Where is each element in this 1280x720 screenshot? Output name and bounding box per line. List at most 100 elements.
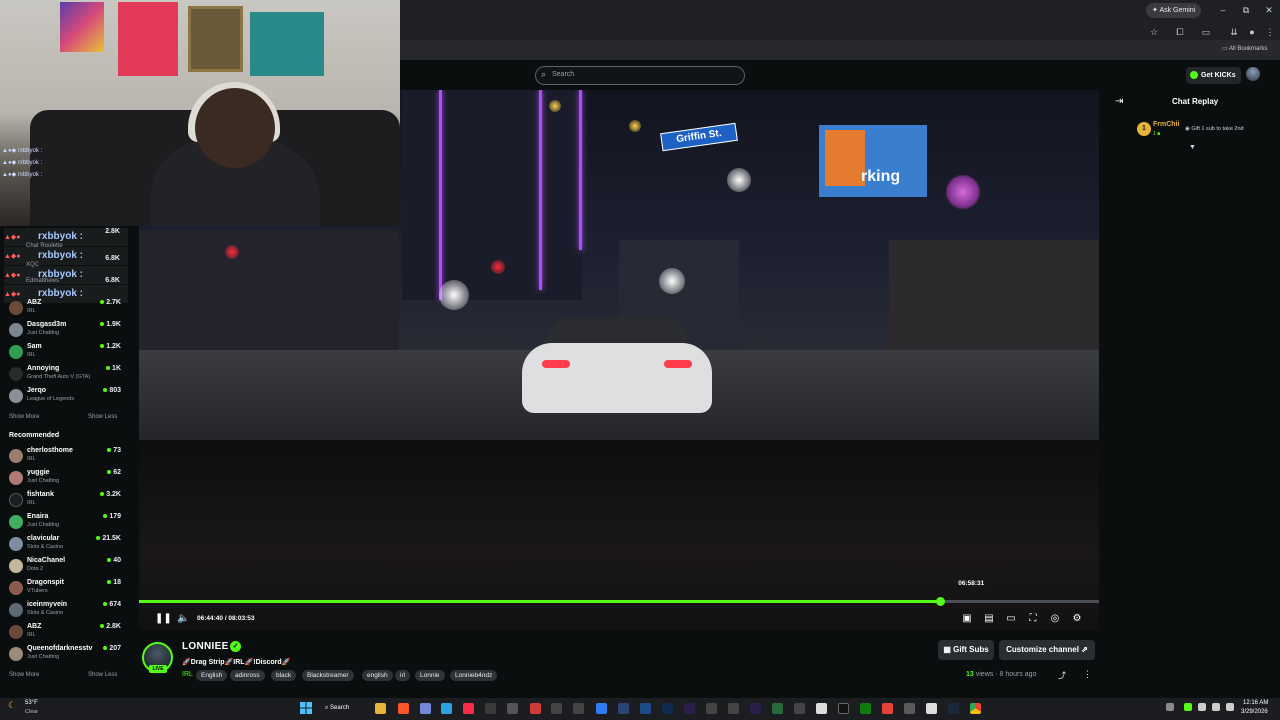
sidebar-item-dasgasd3m[interactable]: Dasgasd3m Just Chatting 1.9K <box>9 321 121 341</box>
premiere-icon[interactable] <box>750 703 761 714</box>
tag-pill[interactable]: English <box>196 670 228 681</box>
chat-leader-name[interactable]: FrmChii <box>1153 121 1179 128</box>
channel-name: Dragonspit <box>27 579 64 586</box>
sidebar-item-yuggie[interactable]: yuggie Just Chatting 62 <box>9 469 121 489</box>
app-icon[interactable] <box>882 703 893 714</box>
show-more-recommended-link[interactable]: Show More <box>9 672 39 678</box>
lightroom-icon[interactable] <box>640 703 651 714</box>
collapse-chat-icon[interactable]: ⇥ <box>1115 96 1123 107</box>
playback-speed-icon[interactable]: ◎ <box>1048 613 1062 625</box>
app-icon[interactable] <box>728 703 739 714</box>
gift-subs-button[interactable]: ▦ Gift Subs <box>938 640 994 660</box>
file-explorer-icon[interactable] <box>375 703 386 714</box>
downloads-icon[interactable]: ⇊ <box>1228 27 1240 37</box>
app-icon[interactable] <box>551 703 562 714</box>
chrome-icon[interactable] <box>970 703 981 714</box>
microphone-icon[interactable] <box>1198 703 1206 711</box>
app-icon[interactable] <box>926 703 937 714</box>
fullscreen-icon[interactable]: ⛶ <box>1026 613 1040 625</box>
user-avatar[interactable] <box>1246 67 1260 81</box>
profile-icon[interactable]: ● <box>1246 27 1258 37</box>
weather-icon[interactable]: ☾ <box>8 700 16 711</box>
tag-pill[interactable]: Blackstreamer <box>302 670 354 681</box>
webcam-chat-line: ▲●◆ rxbbyok : <box>2 147 42 154</box>
show-less-recommended-link[interactable]: Show Less <box>88 672 117 678</box>
show-more-link[interactable]: Show More <box>9 414 39 420</box>
volume-icon[interactable] <box>1226 703 1234 711</box>
split-view-icon[interactable]: ▭ <box>1200 27 1212 37</box>
gift-sub-prompt[interactable]: ◉ Gift 1 sub to take 2nd <box>1185 126 1244 132</box>
windows-start-icon[interactable] <box>300 702 312 714</box>
tag-pill[interactable]: Lonnieb4ndz <box>450 670 498 681</box>
music-icon[interactable] <box>463 703 474 714</box>
tray-chevron-icon[interactable] <box>1166 703 1174 711</box>
app-icon[interactable] <box>573 703 584 714</box>
more-options-icon[interactable]: ⋮ <box>1083 669 1092 680</box>
taskbar-clock-time[interactable]: 12:16 AM <box>1243 700 1268 706</box>
share-icon[interactable]: ⤴ <box>1058 670 1066 681</box>
seek-bar-handle[interactable] <box>935 597 945 606</box>
tag-pill[interactable]: english <box>362 670 393 681</box>
pause-button[interactable]: ❚❚ <box>155 613 172 624</box>
app-icon[interactable] <box>706 703 717 714</box>
tag-pill[interactable]: adinross <box>230 670 265 681</box>
sidebar-item-abz-recommended[interactable]: ABZ IRL 2.8K <box>9 623 121 643</box>
sidebar-item-sam[interactable]: Sam IRL 1.2K <box>9 343 121 363</box>
steam-icon[interactable] <box>948 703 959 714</box>
channel-name[interactable]: LONNIEE <box>182 641 229 652</box>
discord-icon[interactable] <box>420 703 431 714</box>
app-icon[interactable] <box>904 703 915 714</box>
app-icon[interactable] <box>772 703 783 714</box>
telegram-icon[interactable] <box>441 703 452 714</box>
extensions-icon[interactable]: ⧠ <box>1174 27 1186 37</box>
tag-pill[interactable]: black <box>271 670 297 681</box>
category-link[interactable]: IRL <box>182 671 193 678</box>
taskbar-search-label: Search <box>330 705 350 711</box>
brave-icon[interactable] <box>398 703 409 714</box>
wifi-icon[interactable] <box>1212 703 1220 711</box>
sidebar-item-nicachanel[interactable]: NicaChanel Dota 2 40 <box>9 557 121 577</box>
sidebar-item-abz[interactable]: ABZ IRL 2.7K <box>9 299 121 319</box>
live-dot-icon <box>103 602 108 607</box>
taskbar-search[interactable]: ⌕ Search <box>325 701 365 715</box>
sidebar-item-cherlosthome[interactable]: cherlosthome IRL 73 <box>9 447 121 467</box>
sidebar-item-queenofdarknesstv[interactable]: Queenofdarknesstv Just Chatting 207 <box>9 645 121 665</box>
volume-icon[interactable]: 🔈 <box>177 613 189 624</box>
minimize-button[interactable]: – <box>1213 4 1233 16</box>
xbox-icon[interactable] <box>860 703 871 714</box>
app-icon[interactable] <box>507 703 518 714</box>
taskbar-clock-date[interactable]: 3/29/2026 <box>1241 709 1268 715</box>
all-bookmarks-button[interactable]: ▭ All Bookmarks <box>1222 45 1267 52</box>
customize-channel-button[interactable]: Customize channel ⇗ <box>999 640 1095 660</box>
theater-mode-icon[interactable]: ▭ <box>1004 613 1018 625</box>
sidebar-item-enaira[interactable]: Enaira Just Chatting 179 <box>9 513 121 533</box>
sidebar-item-iceinmyvein[interactable]: iceinmyvein Slots & Casino 674 <box>9 601 121 621</box>
after-effects-icon[interactable] <box>684 703 695 714</box>
browser-menu-icon[interactable]: ⋮ <box>1264 27 1276 37</box>
app-icon[interactable] <box>794 703 805 714</box>
ask-gemini-button[interactable]: ✦ Ask Gemini <box>1146 3 1202 18</box>
close-window-button[interactable]: ✕ <box>1259 4 1279 16</box>
sidebar-item-fishtank[interactable]: fishtank IRL 3.2K <box>9 491 121 511</box>
settings-gear-icon[interactable]: ⚙ <box>1070 613 1084 625</box>
show-less-link[interactable]: Show Less <box>88 414 117 420</box>
app-icon[interactable] <box>530 703 541 714</box>
tag-pill[interactable]: irl <box>395 670 411 681</box>
bookmark-star-icon[interactable]: ☆ <box>1148 27 1160 37</box>
sidebar-item-clavicular[interactable]: clavicular Slots & Casino 21.5K <box>9 535 121 555</box>
sidebar-item-annoying[interactable]: Annoying Grand Theft Auto V (GTA) 1K <box>9 365 121 385</box>
app-icon[interactable] <box>596 703 607 714</box>
app-icon[interactable] <box>816 703 827 714</box>
tag-pill[interactable]: Lonnie <box>415 670 445 681</box>
photoshop-icon[interactable] <box>662 703 673 714</box>
expand-leaderboard-icon[interactable]: ▼ <box>1189 144 1196 151</box>
tray-app-icon[interactable] <box>1184 703 1192 711</box>
maximize-button[interactable]: ⧉ <box>1236 4 1256 16</box>
clip-icon[interactable]: ▤ <box>982 613 996 625</box>
app-icon[interactable] <box>618 703 629 714</box>
sidebar-item-dragonspit[interactable]: Dragonspit VTubers 18 <box>9 579 121 599</box>
sidebar-item-jerqo[interactable]: Jerqo League of Legends 803 <box>9 387 121 407</box>
pip-icon[interactable]: ▣ <box>960 613 974 625</box>
app-icon[interactable] <box>485 703 496 714</box>
tiktok-icon[interactable] <box>838 703 849 714</box>
